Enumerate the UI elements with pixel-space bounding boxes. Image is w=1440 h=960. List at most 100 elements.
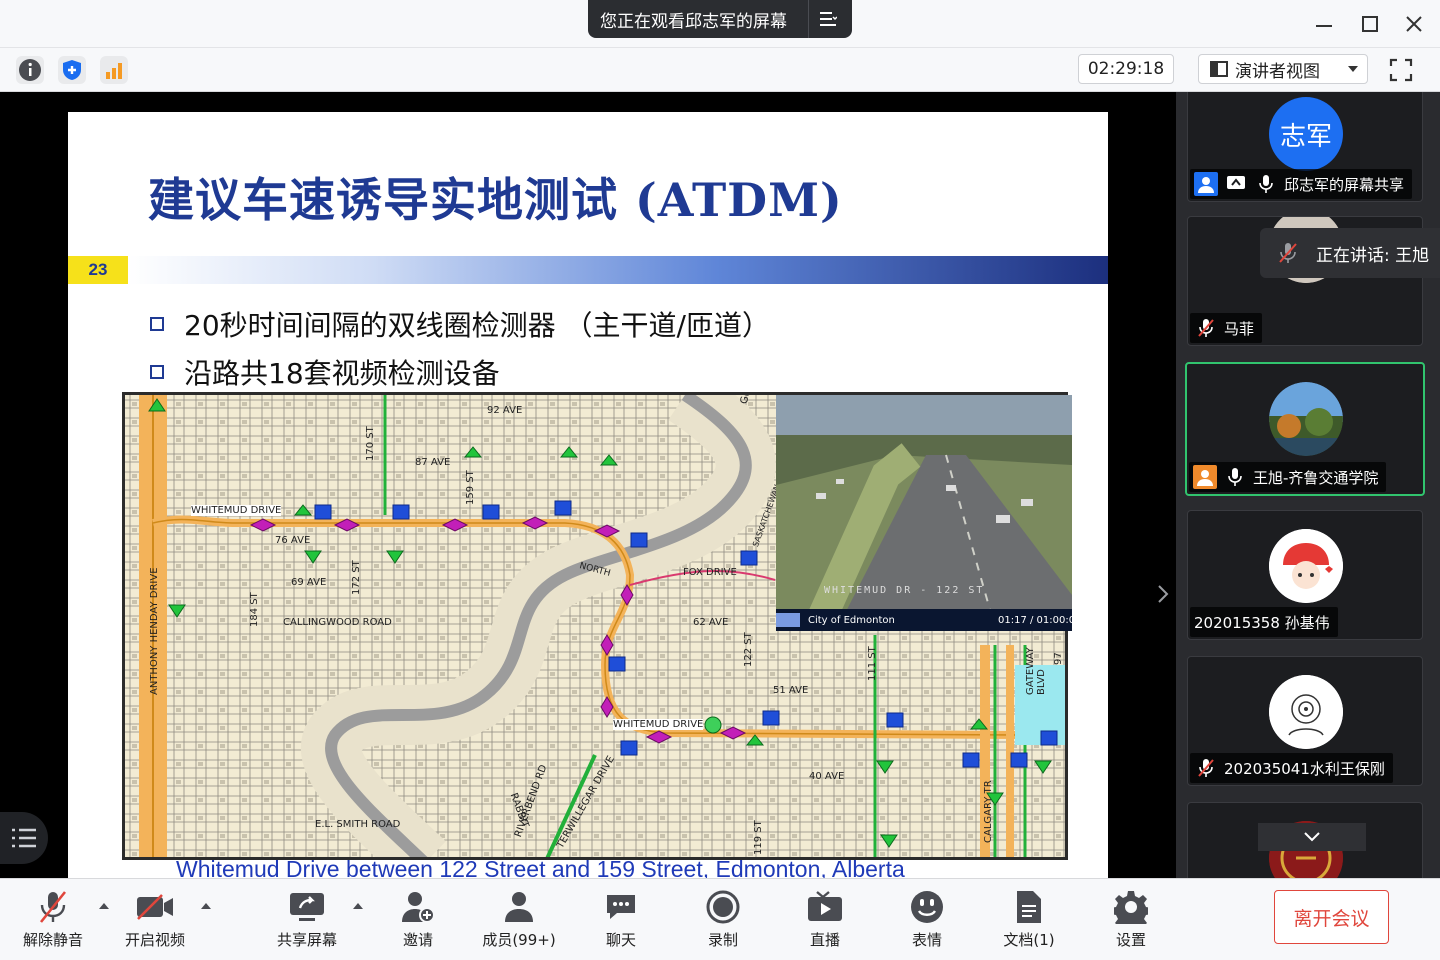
participant-tile[interactable]: 202015358 孙基伟 [1187,510,1423,640]
bullet-text: 20秒时间间隔的双线圈检测器 （主干道/匝道） [184,309,770,342]
settings-button[interactable]: 设置 [1086,887,1176,953]
emoji-icon [907,887,947,927]
active-speaker-indicator: 正在讲话: 王旭 [1260,228,1440,278]
slide-number: 23 [68,256,128,284]
map-label: 159 ST [465,470,476,505]
scroll-down-button[interactable] [1258,823,1366,851]
audio-options-caret[interactable] [96,898,112,914]
map-label: 170 ST [365,426,376,461]
bullet-item: 沿路共18套视频检测设备 [150,352,500,392]
presentation-slide: 建议车速诱导实地测试 (ATDM) 23 20秒时间间隔的双线圈检测器 （主干道… [68,112,1108,878]
meeting-toolbar: 解除静音 开启视频 共享屏幕 邀请 成员(99+) 聊天 录制 直播 表情 文档… [0,878,1440,960]
microphone-muted-icon [1194,316,1218,340]
live-stream-button[interactable]: 直播 [780,887,870,953]
participant-name-tag: 王旭-齐鲁交通学院 [1189,462,1387,492]
screen-share-banner[interactable]: 您正在观看邱志军的屏幕 [588,0,852,38]
camera-time: 01:17 / 01:00:0 [998,615,1072,626]
invite-button[interactable]: 邀请 [373,887,463,953]
avatar [1269,529,1343,603]
leave-meeting-button[interactable]: 离开会议 [1274,890,1389,944]
avatar: 志军 [1269,97,1343,171]
map-label: CALGARY TR [983,780,994,843]
live-stream-label: 直播 [809,931,840,949]
shared-screen-stage: 建议车速诱导实地测试 (ATDM) 23 20秒时间间隔的双线圈检测器 （主干道… [0,92,1176,878]
fullscreen-button[interactable] [1386,55,1416,85]
chat-button[interactable]: 聊天 [576,887,666,953]
members-button[interactable]: 成员(99+) [474,887,564,953]
maximize-button[interactable] [1354,8,1386,40]
participant-name: 202035041水利王保刚 [1224,759,1385,778]
collapse-panel-button[interactable] [0,812,48,864]
participant-tile[interactable]: 202035041水利王保刚 [1187,656,1423,786]
bullet-text: 沿路共18套视频检测设备 [184,357,500,390]
map-label: E.L. SMITH ROAD [315,819,401,830]
slide-title-bar [128,256,1108,284]
toggle-sidebar-button[interactable] [1150,572,1176,616]
participant-sidebar: 志军 邱志军的屏幕共享 马菲 王旭-齐鲁交通学院 202015358 孙基伟 2… [1176,92,1440,878]
bullet-item: 20秒时间间隔的双线圈检测器 （主干道/匝道） [150,304,770,344]
speaking-label: 正在讲话: 王旭 [1316,245,1430,266]
start-video-label: 开启视频 [124,931,185,949]
meeting-timer: 02:29:18 [1078,54,1174,84]
share-screen-button[interactable]: 共享屏幕 [262,887,352,953]
avatar [1269,675,1343,749]
map-label: 51 AVE [773,685,809,696]
title-bar: 您正在观看邱志军的屏幕 [0,0,1440,48]
map-label: 92 AVE [487,405,523,416]
security-shield-icon[interactable] [58,56,86,84]
map-label: 122 ST [743,632,754,667]
chevron-right-icon [1158,585,1169,603]
participant-name: 202015358 孙基伟 [1194,613,1330,632]
video-off-icon [135,887,175,927]
share-options-caret[interactable] [350,898,366,914]
map-label: 119 ST [753,820,764,855]
view-mode-dropdown[interactable]: 演讲者视图 [1198,54,1368,84]
video-options-caret[interactable] [198,898,214,914]
participant-name-tag: 202015358 孙基伟 [1190,607,1338,637]
user-icon [1194,172,1218,196]
map-caption: Whitemud Drive between 122 Street and 15… [176,856,905,878]
members-label: 成员(99+) [482,931,556,949]
microphone-muted-icon [1194,756,1218,780]
start-video-button[interactable]: 开启视频 [110,887,200,953]
camera-source: City of Edmonton [808,615,895,626]
map-label: WHITEMUD DRIVE [191,505,282,516]
participant-tile[interactable] [1187,802,1423,878]
unmute-button[interactable]: 解除静音 [8,887,98,953]
map-label: 172 ST [351,560,362,595]
minimize-button[interactable] [1308,8,1340,40]
participant-tile[interactable]: 志军 邱志军的屏幕共享 [1187,92,1423,202]
members-icon [499,887,539,927]
record-label: 录制 [707,931,738,949]
chevron-down-icon [1304,832,1320,842]
share-banner-label: 您正在观看邱志军的屏幕 [600,11,787,32]
microphone-muted-icon [1260,242,1316,264]
documents-button[interactable]: 文档(1) [984,887,1074,953]
map-label: FOX DRIVE [683,567,737,578]
avatar [1269,382,1343,456]
signal-icon[interactable] [100,56,128,84]
participant-name-tag: 马菲 [1190,313,1263,343]
reactions-button[interactable]: 表情 [882,887,972,953]
settings-label: 设置 [1115,931,1146,949]
map-label: 87 AVE [415,457,451,468]
participant-name: 王旭-齐鲁交通学院 [1253,468,1379,487]
banner-menu-icon[interactable] [808,0,846,38]
microphone-muted-icon [33,887,73,927]
record-button[interactable]: 录制 [678,887,768,953]
record-icon [703,887,743,927]
info-icon[interactable] [16,56,44,84]
chat-label: 聊天 [605,931,636,949]
live-stream-icon [805,887,845,927]
chat-icon [601,887,641,927]
map-label: GATEWAY BLVD [1025,647,1047,695]
map-label: 111 ST [867,646,878,681]
screen-share-icon [1224,172,1248,196]
unmute-label: 解除静音 [22,931,83,949]
document-icon [1009,887,1049,927]
map-label: 62 AVE [693,617,729,628]
map-label: 69 AVE [291,577,327,588]
map-label: CALLINGWOOD ROAD [283,617,392,628]
participant-tile-active[interactable]: 王旭-齐鲁交通学院 [1185,362,1425,496]
close-button[interactable] [1398,8,1430,40]
